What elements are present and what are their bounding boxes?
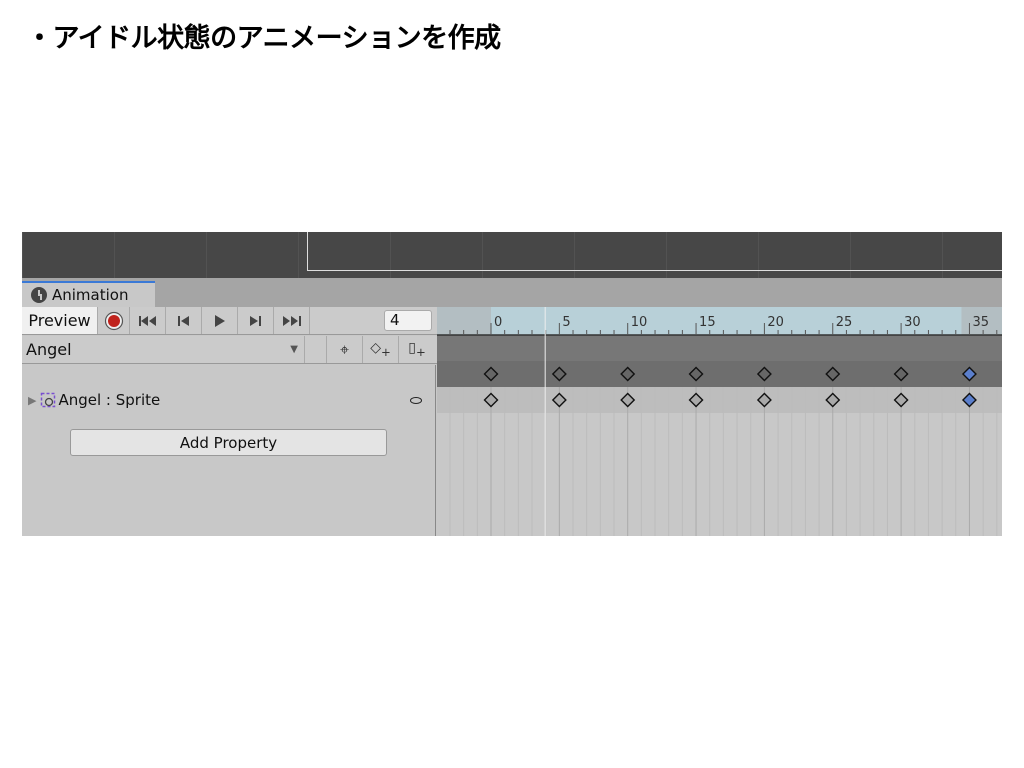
first-frame-button[interactable] [130, 307, 166, 334]
tick-label: 0 [494, 315, 502, 330]
slide-title: ・アイドル状態のアニメーションを作成 [26, 23, 501, 54]
camera-bounds [307, 232, 1002, 271]
record-button[interactable] [98, 307, 130, 334]
play-button[interactable] [202, 307, 238, 334]
unity-editor-screenshot: Animation Preview 4 Angel ▼ ⌖ ◇+ ▯+ ▶ Ang… [22, 232, 1002, 536]
add-keyframe-icon: ◇+ [370, 340, 391, 359]
property-row[interactable]: ▶ Angel : Sprite [28, 389, 428, 411]
tab-animation[interactable]: Animation [22, 281, 155, 307]
dopesheet[interactable]: 0 5 10 15 20 25 30 35 [437, 307, 1002, 536]
frame-field[interactable]: 4 [384, 310, 432, 331]
add-event-icon: ▯+ [408, 340, 426, 359]
chevron-down-icon: ▼ [290, 344, 298, 355]
clip-name: Angel [26, 340, 72, 359]
add-property-button[interactable]: Add Property [70, 429, 387, 456]
tick-label: 10 [631, 315, 648, 330]
curve-toggle-icon[interactable] [410, 396, 422, 404]
animation-toolbar: Preview 4 [22, 307, 437, 335]
tick-label: 35 [972, 315, 989, 330]
crosshair-icon: ⌖ [339, 339, 349, 359]
last-frame-button[interactable] [274, 307, 310, 334]
clock-icon [31, 287, 47, 303]
step-forward-icon [249, 315, 261, 326]
tab-label: Animation [52, 286, 129, 304]
add-event-button[interactable]: ▯+ [399, 336, 435, 363]
tick-label: 5 [562, 315, 570, 330]
preview-button[interactable]: Preview [22, 307, 98, 334]
next-frame-button[interactable] [238, 307, 274, 334]
tick-label: 20 [767, 315, 784, 330]
blank-cell [305, 336, 327, 363]
tick-label: 15 [699, 315, 716, 330]
expand-arrow-icon[interactable]: ▶ [28, 394, 36, 407]
add-keyframe-button[interactable]: ◇+ [363, 336, 399, 363]
sprite-renderer-icon [41, 392, 56, 408]
record-icon [104, 311, 123, 330]
skip-end-icon [282, 315, 301, 326]
clip-dropdown[interactable]: Angel ▼ [22, 336, 305, 363]
play-icon [214, 314, 225, 327]
scene-view[interactable] [22, 232, 1002, 278]
property-keyframe-row [437, 387, 1002, 413]
summary-header-row [437, 335, 1002, 361]
tick-label: 25 [836, 315, 853, 330]
step-back-icon [177, 315, 189, 326]
property-label: Angel : Sprite [58, 391, 161, 409]
clip-row: Angel ▼ ⌖ ◇+ ▯+ [22, 336, 437, 364]
empty-area [437, 414, 1002, 536]
dopesheet-canvas[interactable]: 0 5 10 15 20 25 30 35 [437, 307, 1002, 536]
filter-by-selection-button[interactable]: ⌖ [327, 336, 363, 363]
tab-bar: Animation [22, 278, 1002, 307]
skip-start-icon [138, 315, 156, 326]
property-panel: ▶ Angel : Sprite Add Property [22, 365, 436, 536]
tick-label: 30 [904, 315, 921, 330]
summary-keyframe-row [437, 361, 1002, 387]
prev-frame-button[interactable] [166, 307, 202, 334]
